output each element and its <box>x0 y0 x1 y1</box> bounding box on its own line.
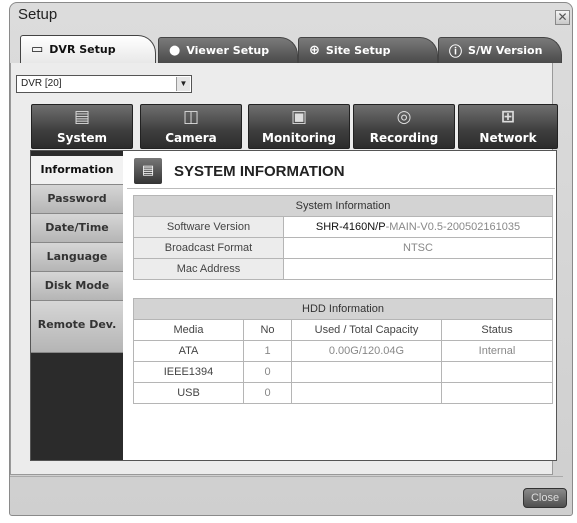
dvr-setup-icon: ▭ <box>31 42 44 57</box>
system-icon: ▤ <box>73 107 91 127</box>
sidebar-item-password[interactable]: Password <box>31 185 123 214</box>
category-label: Monitoring <box>262 131 336 145</box>
category-recording[interactable]: ◎ Recording <box>353 104 455 149</box>
network-icon: ⊞ <box>500 107 516 127</box>
table-header-row: Media No Used / Total Capacity Status <box>133 319 553 341</box>
table-cell: IEEE1394 <box>133 361 244 383</box>
table-cell: 1 <box>243 340 292 362</box>
table-cell <box>441 361 553 383</box>
hdd-info-table: HDD Information Media No Used / Total Ca… <box>133 298 553 404</box>
category-label: Camera <box>165 131 217 145</box>
table-cell: Internal <box>441 340 553 362</box>
site-setup-icon: ⊕ <box>309 43 320 58</box>
table-row: ATA 1 0.00G/120.04G Internal <box>133 340 553 362</box>
row-label: Mac Address <box>133 258 284 280</box>
table-cell: 0 <box>243 361 292 383</box>
tab-viewer-setup[interactable]: ● Viewer Setup <box>158 37 298 63</box>
table-row: Broadcast Format NTSC <box>133 237 553 259</box>
category-system[interactable]: ▤ System <box>31 104 133 149</box>
tab-label: DVR Setup <box>49 43 116 56</box>
software-version-value: SHR-4160N/P-MAIN-V0.5-200502161035 <box>283 216 553 238</box>
column-header: No <box>243 319 292 341</box>
table-cell: 0 <box>243 382 292 404</box>
column-header: Status <box>441 319 553 341</box>
mac-address-value <box>283 258 553 280</box>
camera-icon: ◫ <box>182 107 200 127</box>
tab-label: Site Setup <box>325 44 391 57</box>
tab-site-setup[interactable]: ⊕ Site Setup <box>298 37 438 63</box>
table-row: Software Version SHR-4160N/P-MAIN-V0.5-2… <box>133 216 553 238</box>
broadcast-format-value: NTSC <box>283 237 553 259</box>
window-title: Setup <box>18 6 58 23</box>
tab-label: Viewer Setup <box>186 44 270 57</box>
table-cell: USB <box>133 382 244 404</box>
table-cell <box>291 361 442 383</box>
tab-dvr-setup[interactable]: ▭ DVR Setup <box>20 35 156 63</box>
category-network[interactable]: ⊞ Network <box>458 104 558 149</box>
tab-sw-version[interactable]: ⓘ S/W Version <box>438 37 562 63</box>
divider <box>127 188 555 189</box>
chevron-down-icon[interactable]: ▼ <box>176 77 190 91</box>
monitor-icon: ▣ <box>290 107 308 127</box>
category-monitoring[interactable]: ▣ Monitoring <box>248 104 350 149</box>
sidebar-item-language[interactable]: Language <box>31 243 123 272</box>
sidebar-item-information[interactable]: Information <box>31 156 123 185</box>
table-cell <box>441 382 553 404</box>
close-button[interactable]: Close <box>523 488 567 508</box>
system-info-table: System Information Software Version SHR-… <box>133 195 553 280</box>
dvr-select[interactable]: DVR [20] ▼ <box>16 75 192 93</box>
info-icon: ⓘ <box>449 45 463 60</box>
row-label: Broadcast Format <box>133 237 284 259</box>
sidebar-item-remote-dev[interactable]: Remote Dev. <box>31 301 123 353</box>
column-header: Used / Total Capacity <box>291 319 442 341</box>
category-label: Network <box>479 131 537 145</box>
sidebar-item-date-time[interactable]: Date/Time <box>31 214 123 243</box>
table-caption: System Information <box>133 195 553 217</box>
category-label: Recording <box>369 131 439 145</box>
divider <box>10 476 563 477</box>
table-cell: 0.00G/120.04G <box>291 340 442 362</box>
table-cell <box>291 382 442 404</box>
dvr-select-value: DVR [20] <box>21 78 62 89</box>
column-header: Media <box>133 319 244 341</box>
category-label: System <box>57 131 107 145</box>
sidebar-item-disk-mode[interactable]: Disk Mode <box>31 272 123 301</box>
table-row: IEEE1394 0 <box>133 361 553 383</box>
viewer-setup-icon: ● <box>169 43 181 58</box>
recording-icon: ◎ <box>396 107 412 127</box>
system-info-icon: ▤ <box>134 158 162 184</box>
tab-label: S/W Version <box>468 44 543 57</box>
table-caption: HDD Information <box>133 298 553 320</box>
category-camera[interactable]: ◫ Camera <box>140 104 242 149</box>
row-label: Software Version <box>133 216 284 238</box>
close-icon[interactable]: ✕ <box>555 10 570 25</box>
table-row: USB 0 <box>133 382 553 404</box>
table-cell: ATA <box>133 340 244 362</box>
page-title: SYSTEM INFORMATION <box>174 163 345 180</box>
table-row: Mac Address <box>133 258 553 280</box>
